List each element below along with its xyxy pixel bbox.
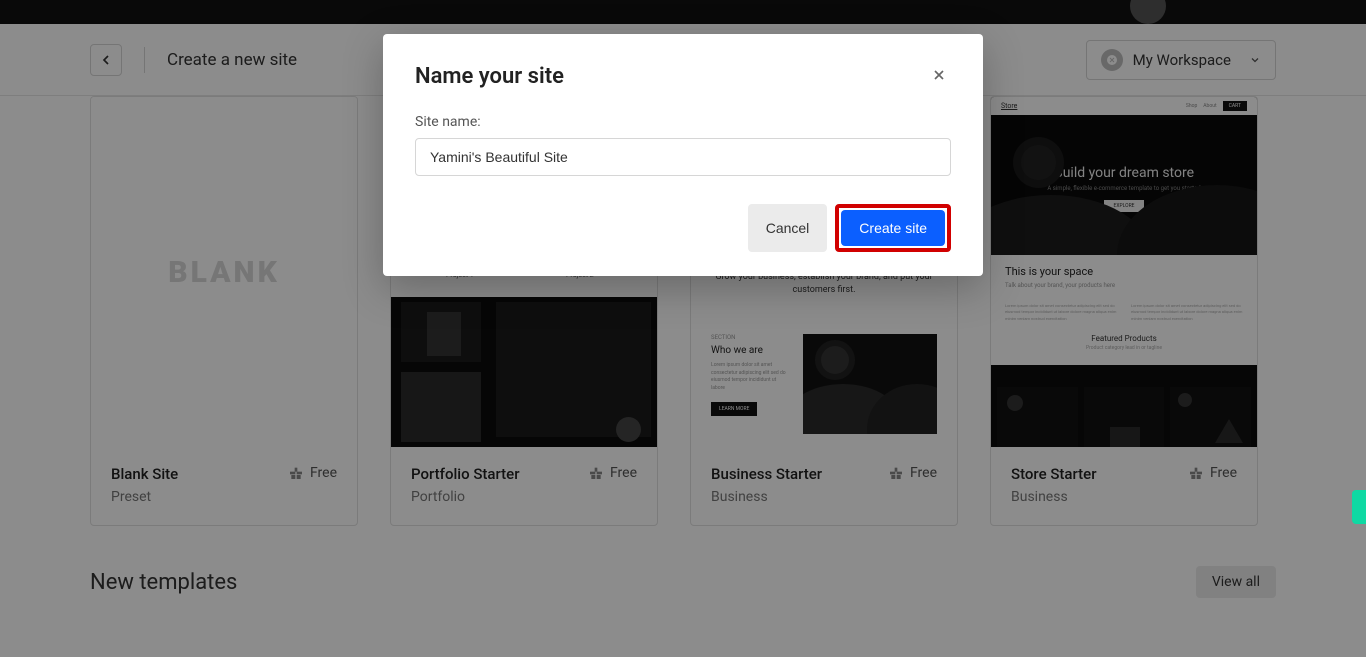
close-icon — [931, 67, 947, 83]
help-tab[interactable] — [1352, 490, 1366, 524]
site-name-label: Site name: — [415, 114, 951, 130]
create-site-button[interactable]: Create site — [841, 210, 945, 246]
site-name-input[interactable] — [415, 138, 951, 176]
cancel-button[interactable]: Cancel — [748, 204, 828, 252]
modal-title: Name your site — [415, 64, 564, 89]
name-your-site-modal: Name your site Site name: Cancel Create … — [383, 34, 983, 276]
close-button[interactable] — [927, 60, 951, 92]
highlight-box: Create site — [835, 204, 951, 252]
